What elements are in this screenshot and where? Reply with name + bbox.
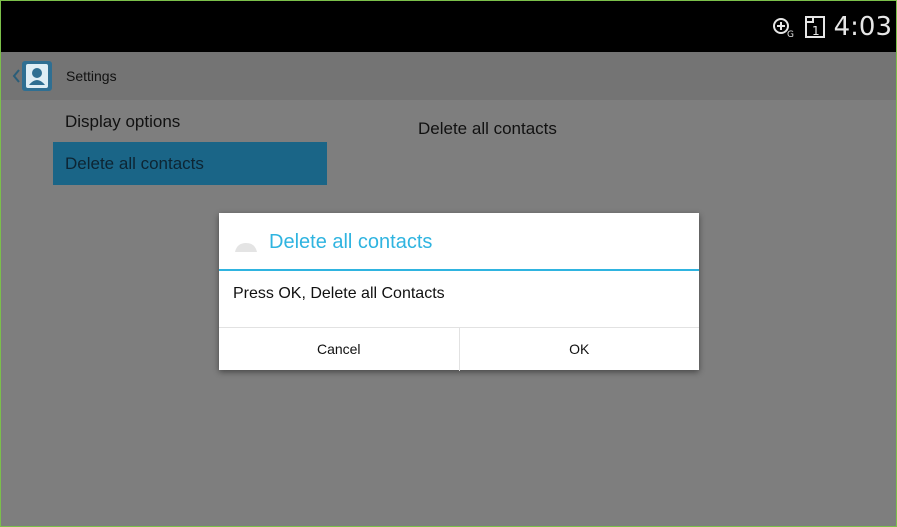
dialog-title: Delete all contacts [269,231,433,253]
delete-contacts-dialog: Delete all contacts Press OK, Delete all… [219,213,699,371]
status-icons: G 1 4:03 [772,9,892,45]
sidebar-item-delete-all-contacts[interactable]: Delete all contacts [53,142,327,185]
dialog-message: Press OK, Delete all Contacts [233,285,445,302]
sim-1-icon: 1 [804,16,825,38]
dialog-title-icon [235,243,257,252]
detail-title: Delete all contacts [418,119,557,138]
app-title: Settings [66,68,117,84]
status-time: 4:03 [833,12,892,42]
dialog-button-bar: Cancel OK [219,327,699,371]
app-bar: Settings [1,52,896,100]
svg-text:1: 1 [812,24,820,38]
contacts-app-icon[interactable] [21,60,53,92]
device-frame: G 1 4:03 Settings Display options Delete… [0,0,897,527]
svg-text:G: G [787,30,794,38]
ok-button[interactable]: OK [458,328,700,371]
status-bar: G 1 4:03 [1,1,896,52]
sync-icon: G [772,18,794,38]
cancel-button[interactable]: Cancel [219,328,459,371]
back-chevron-icon[interactable] [11,68,21,84]
sidebar-item-display-options[interactable]: Display options [53,100,327,143]
dialog-header: Delete all contacts [219,213,699,271]
